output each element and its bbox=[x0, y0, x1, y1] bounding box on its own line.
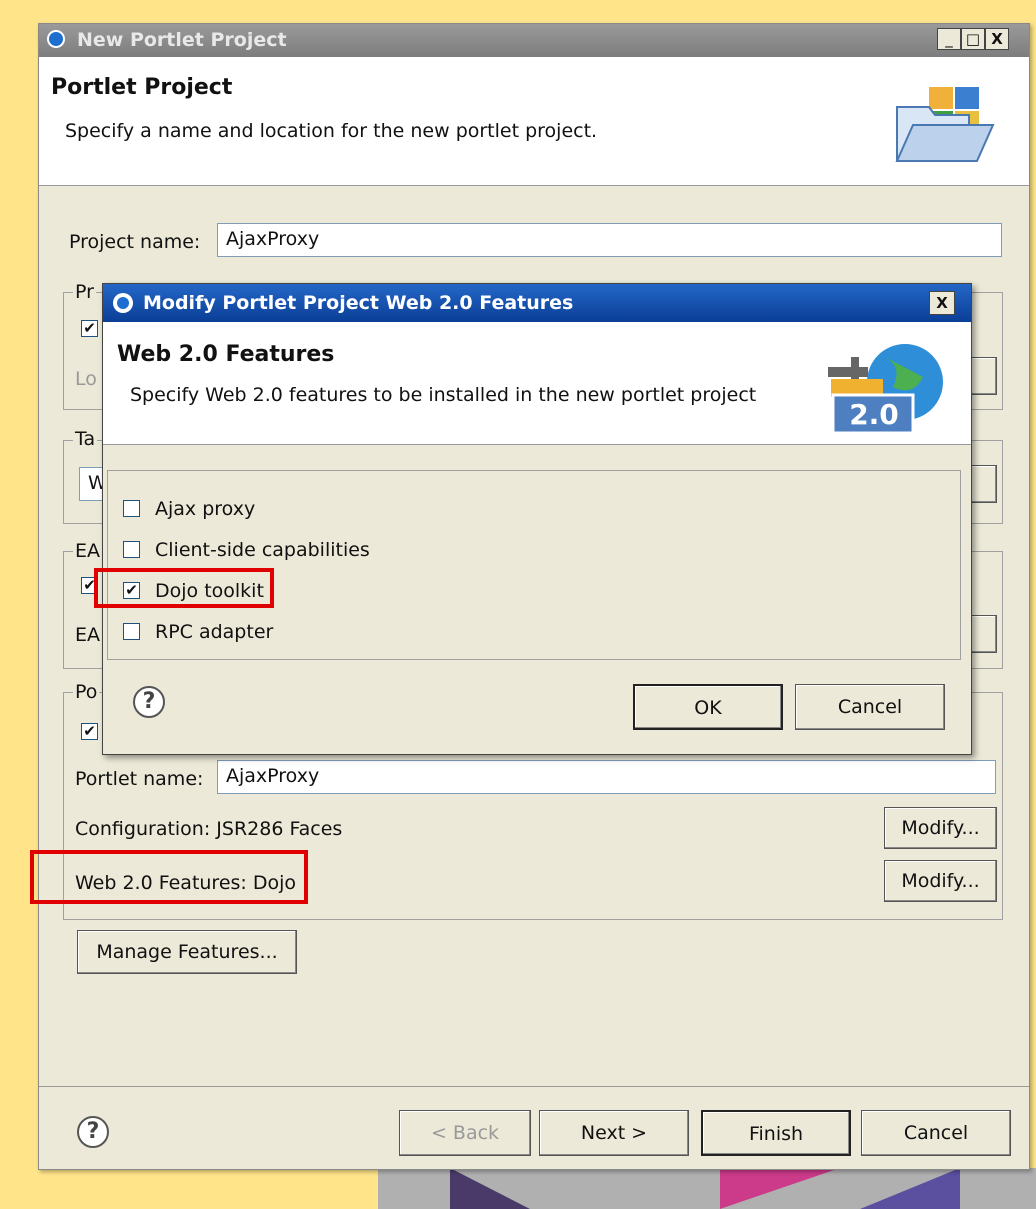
portlet-name-label: Portlet name: bbox=[75, 768, 204, 790]
feature-label: Client-side capabilities bbox=[155, 539, 370, 561]
rpc-adapter-checkbox[interactable] bbox=[123, 623, 140, 640]
new-ear-button[interactable] bbox=[969, 615, 997, 653]
dialog-titlebar: Modify Portlet Project Web 2.0 Features … bbox=[103, 284, 971, 322]
location-label: Lo bbox=[75, 368, 97, 390]
folder-icon bbox=[895, 87, 995, 162]
minimize-button[interactable]: _ bbox=[937, 28, 961, 50]
web20-features-dialog: Modify Portlet Project Web 2.0 Features … bbox=[94, 283, 972, 755]
manage-features-button[interactable]: Manage Features... bbox=[77, 930, 297, 974]
group-label: EA bbox=[73, 540, 103, 562]
ajax-proxy-checkbox[interactable] bbox=[123, 500, 140, 517]
help-icon[interactable]: ? bbox=[77, 1116, 109, 1148]
version-badge: 2.0 bbox=[849, 398, 899, 431]
back-button[interactable]: < Back bbox=[399, 1110, 531, 1156]
highlight-box bbox=[94, 568, 274, 608]
project-name-input[interactable]: AjaxProxy bbox=[217, 223, 1002, 257]
dialog-close-button[interactable]: X bbox=[929, 291, 955, 315]
dialog-header-title: Web 2.0 Features bbox=[117, 342, 335, 367]
client-side-checkbox[interactable] bbox=[123, 541, 140, 558]
window-title: New Portlet Project bbox=[77, 29, 287, 51]
feature-label: RPC adapter bbox=[155, 621, 274, 643]
highlight-box bbox=[30, 850, 308, 904]
checkbox[interactable]: ✔ bbox=[81, 723, 98, 740]
maximize-button[interactable]: □ bbox=[961, 28, 985, 50]
next-button[interactable]: Next > bbox=[539, 1110, 689, 1156]
configuration-label: Configuration: JSR286 Faces bbox=[75, 818, 343, 840]
group-label: Pr bbox=[73, 281, 96, 303]
dialog-header: Web 2.0 Features Specify Web 2.0 feature… bbox=[103, 322, 971, 445]
project-name-label: Project name: bbox=[69, 231, 201, 253]
decor-shape bbox=[860, 1168, 960, 1209]
feature-label: Ajax proxy bbox=[155, 498, 256, 520]
dialog-header-subtitle: Specify Web 2.0 features to be installed… bbox=[130, 384, 757, 406]
eclipse-icon bbox=[113, 293, 133, 313]
wizard-header: Portlet Project Specify a name and locat… bbox=[39, 57, 1029, 186]
decor-shape bbox=[450, 1168, 530, 1209]
decor-shape bbox=[720, 1168, 840, 1209]
new-runtime-button[interactable] bbox=[969, 465, 997, 503]
eclipse-icon bbox=[47, 30, 65, 48]
cancel-button[interactable]: Cancel bbox=[861, 1110, 1011, 1156]
page-subtitle: Specify a name and location for the new … bbox=[65, 120, 598, 142]
checkbox[interactable]: ✔ bbox=[81, 320, 98, 337]
window-titlebar: New Portlet Project _ □ X bbox=[39, 24, 1029, 57]
modify-web20-button[interactable]: Modify... bbox=[884, 860, 997, 902]
modify-configuration-button[interactable]: Modify... bbox=[884, 807, 997, 849]
ok-button[interactable]: OK bbox=[633, 684, 783, 730]
bottom-left-background bbox=[0, 1168, 378, 1209]
footer-separator bbox=[39, 1086, 1029, 1087]
portlet-name-input[interactable]: AjaxProxy bbox=[217, 760, 996, 794]
browse-button[interactable] bbox=[969, 357, 997, 395]
dialog-cancel-button[interactable]: Cancel bbox=[795, 684, 945, 730]
dialog-title: Modify Portlet Project Web 2.0 Features bbox=[143, 292, 574, 314]
group-label: Ta bbox=[73, 428, 98, 450]
close-button[interactable]: X bbox=[985, 28, 1009, 50]
help-icon[interactable]: ? bbox=[133, 686, 165, 718]
finish-button[interactable]: Finish bbox=[701, 1110, 851, 1156]
ear-project-label: EA bbox=[75, 624, 101, 646]
page-title: Portlet Project bbox=[51, 75, 233, 100]
group-label: Po bbox=[73, 681, 100, 703]
